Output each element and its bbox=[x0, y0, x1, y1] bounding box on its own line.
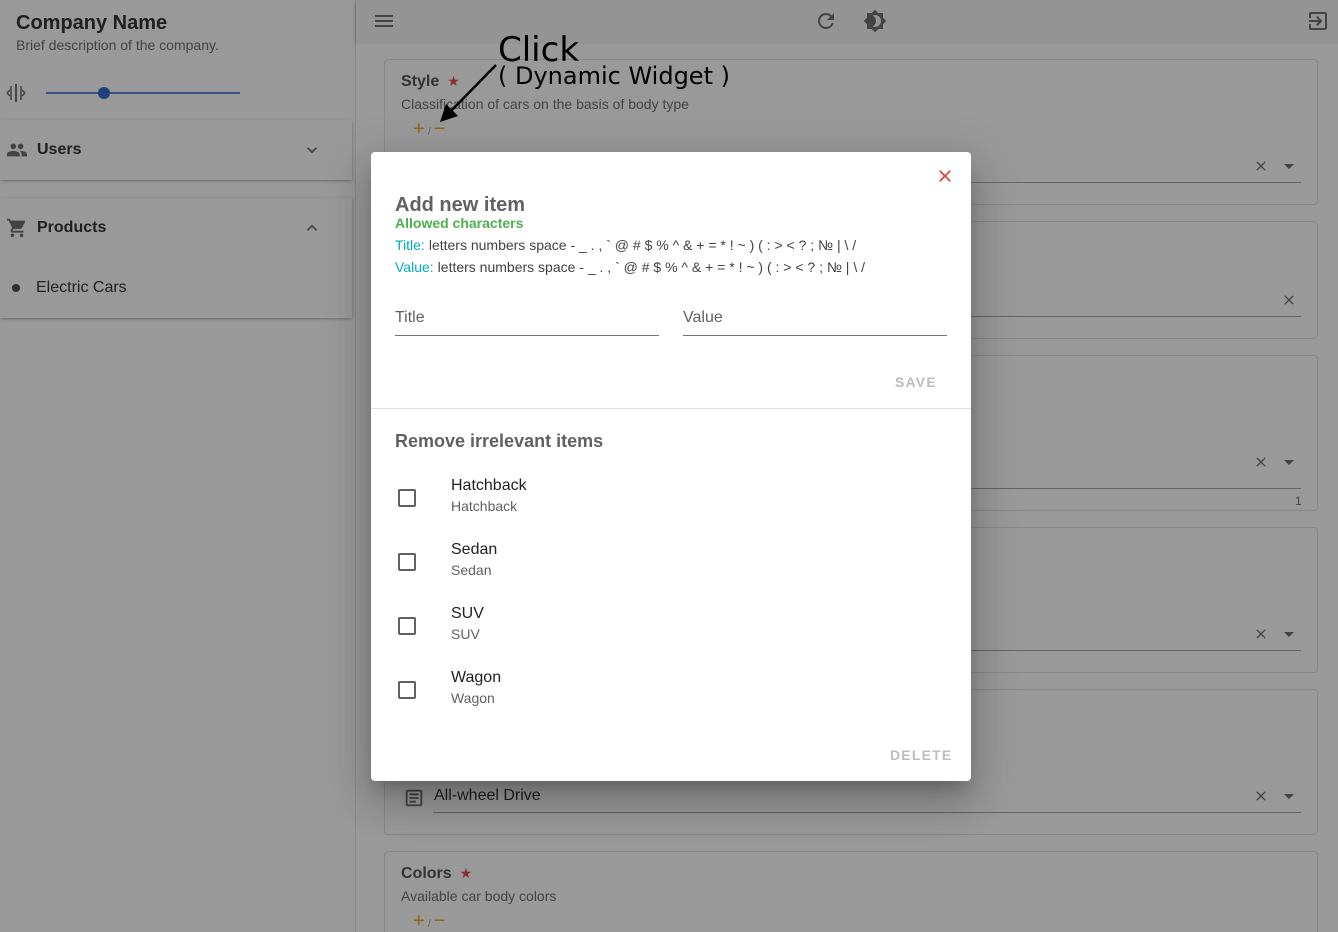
item-checkbox[interactable] bbox=[398, 617, 416, 635]
title-rule-text: letters numbers space - _ . , ` @ # $ % … bbox=[428, 237, 857, 253]
list-item-suv[interactable]: SUV SUV bbox=[371, 599, 971, 651]
title-field bbox=[395, 302, 659, 336]
save-button[interactable]: SAVE bbox=[895, 374, 937, 390]
title-rule-key: Title: bbox=[395, 237, 425, 253]
delete-button[interactable]: DELETE bbox=[890, 747, 952, 763]
item-checkbox[interactable] bbox=[398, 681, 416, 699]
item-title: Wagon bbox=[451, 669, 502, 686]
title-rule: Title: letters numbers space - _ . , ` @ … bbox=[395, 237, 856, 253]
item-title: Sedan bbox=[451, 541, 498, 558]
manage-items-dialog: Add new item Allowed characters Title: le… bbox=[371, 152, 971, 781]
value-input[interactable] bbox=[683, 302, 947, 334]
item-checkbox[interactable] bbox=[398, 489, 416, 507]
title-input[interactable] bbox=[395, 302, 659, 334]
list-item-wagon[interactable]: Wagon Wagon bbox=[371, 663, 971, 715]
dialog-divider bbox=[371, 408, 971, 409]
item-title: Hatchback bbox=[451, 477, 527, 494]
allowed-characters-label: Allowed characters bbox=[395, 215, 524, 231]
value-rule-key: Value: bbox=[395, 259, 434, 275]
remove-items-title: Remove irrelevant items bbox=[395, 431, 604, 451]
add-item-title: Add new item bbox=[395, 194, 526, 216]
list-item-hatchback[interactable]: Hatchback Hatchback bbox=[371, 471, 971, 523]
item-value: Wagon bbox=[451, 690, 495, 706]
close-icon[interactable] bbox=[935, 166, 955, 186]
item-title: SUV bbox=[451, 605, 484, 622]
item-value: Hatchback bbox=[451, 498, 518, 514]
annotation-dynamic-widget: ( Dynamic Widget ) bbox=[498, 62, 730, 90]
value-rule-text: letters numbers space - _ . , ` @ # $ % … bbox=[437, 259, 865, 275]
item-value: Sedan bbox=[451, 562, 492, 578]
annotation-arrow-icon bbox=[440, 64, 497, 122]
item-value: SUV bbox=[451, 626, 480, 642]
item-checkbox[interactable] bbox=[398, 553, 416, 571]
list-item-sedan[interactable]: Sedan Sedan bbox=[371, 535, 971, 587]
value-field bbox=[683, 302, 947, 336]
value-rule: Value: letters numbers space - _ . , ` @ … bbox=[395, 259, 865, 275]
